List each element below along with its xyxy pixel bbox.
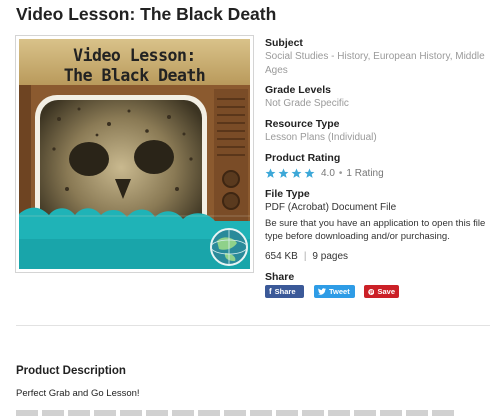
description-continuation-cut-off xyxy=(16,410,456,416)
rating-count[interactable]: 1 Rating xyxy=(346,168,383,179)
product-description-heading: Product Description xyxy=(16,365,126,377)
resource-type-value[interactable]: Lesson Plans (Individual) xyxy=(265,131,377,145)
facebook-share-label: Share xyxy=(274,287,296,296)
thumbnail-title-line1: Video Lesson: xyxy=(73,46,196,65)
twitter-tweet-label: Tweet xyxy=(329,287,350,296)
star-icon xyxy=(291,168,302,178)
pinterest-save-label: Save xyxy=(377,287,395,296)
file-type-label: File Type xyxy=(265,188,310,200)
file-meta: 654 KB | 9 pages xyxy=(265,251,348,262)
subject-value[interactable]: Social Studies - History, European Histo… xyxy=(265,50,497,78)
product-description-text: Perfect Grab and Go Lesson! xyxy=(16,388,140,399)
product-rating-label: Product Rating xyxy=(265,152,341,164)
thumbnail-title-line2: The Black Death xyxy=(63,66,206,85)
thumbnail-image: Video Lesson: The Black Death xyxy=(19,39,250,269)
file-type-value: PDF (Acrobat) Document File xyxy=(265,202,397,213)
twitter-tweet-button[interactable]: Tweet xyxy=(314,285,355,298)
section-divider xyxy=(16,325,490,326)
grade-levels-value[interactable]: Not Grade Specific xyxy=(265,97,349,111)
page-count: 9 pages xyxy=(312,251,349,262)
rating-separator: • xyxy=(338,167,343,179)
product-title: Video Lesson: The Black Death xyxy=(16,4,277,24)
star-icon xyxy=(278,168,289,178)
grade-levels-label: Grade Levels xyxy=(265,84,331,96)
facebook-share-button[interactable]: f Share xyxy=(265,285,304,298)
subject-label: Subject xyxy=(265,37,303,49)
file-type-note: Be sure that you have an application to … xyxy=(265,218,486,242)
facebook-icon: f xyxy=(269,287,272,296)
rating-stars[interactable]: 4.0 • 1 Rating xyxy=(265,166,384,180)
twitter-icon xyxy=(318,288,326,295)
meta-separator: | xyxy=(303,251,307,262)
product-thumbnail[interactable]: Video Lesson: The Black Death xyxy=(15,35,254,273)
resource-type-label: Resource Type xyxy=(265,118,340,130)
star-icon xyxy=(304,168,315,178)
rating-value: 4.0 xyxy=(321,167,335,179)
star-icon xyxy=(265,168,276,178)
pinterest-icon xyxy=(368,288,375,295)
pinterest-save-button[interactable]: Save xyxy=(364,285,399,298)
share-label: Share xyxy=(265,271,295,283)
file-size: 654 KB xyxy=(265,251,298,262)
